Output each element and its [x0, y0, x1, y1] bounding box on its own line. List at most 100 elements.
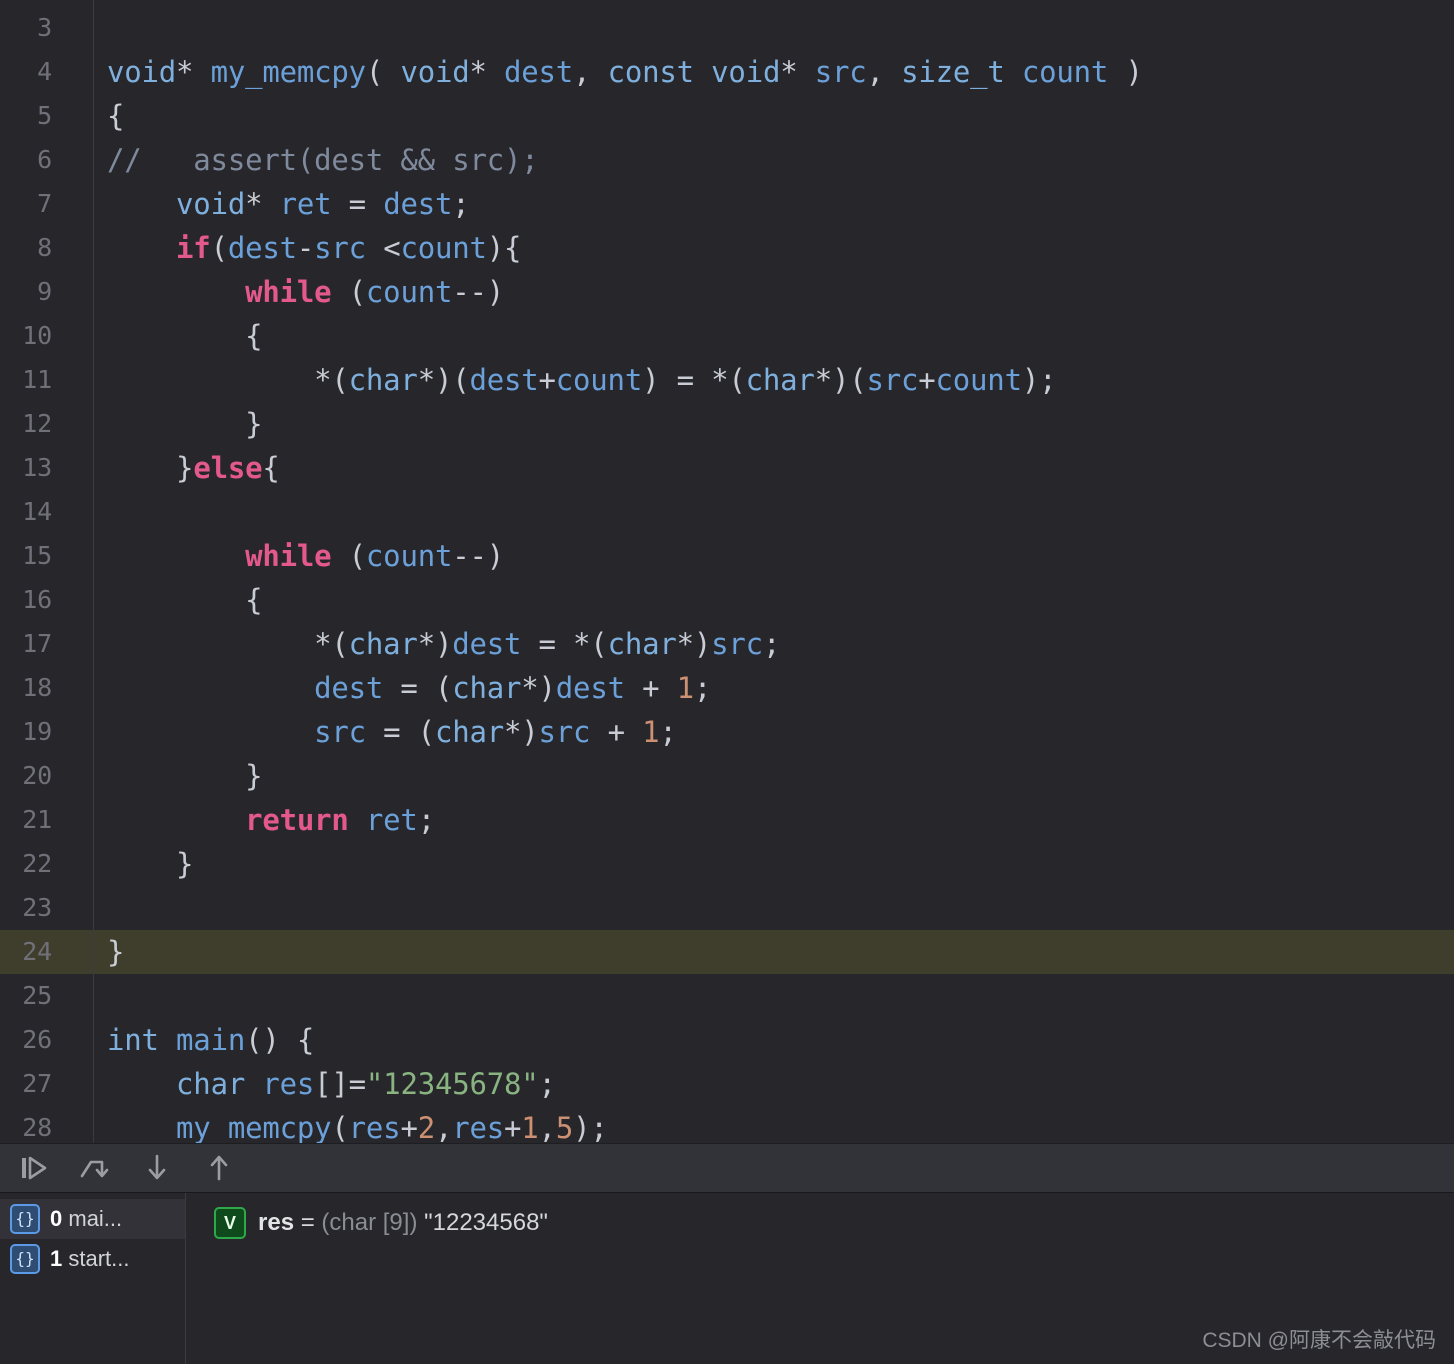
frames-list[interactable]: {} 0 mai... {} 1 start... [0, 1193, 186, 1364]
code-line[interactable]: 23 [0, 886, 1454, 930]
line-text: src = (char*)src + 1; [107, 710, 677, 754]
code-token: src [538, 715, 591, 749]
variable-row[interactable]: Vres = (char [9]) "12234568" [214, 1205, 1454, 1241]
line-number: 16 [22, 585, 52, 614]
code-token: + [400, 1111, 418, 1143]
code-token: + [590, 715, 643, 749]
code-token: else [193, 451, 263, 485]
code-lines-container[interactable]: #include <string.h>34void* my_memcpy( vo… [0, 0, 1454, 1143]
code-token: , [538, 1111, 556, 1143]
line-number: 24 [22, 937, 52, 966]
code-line[interactable]: 11 *(char*)(dest+count) = *(char*)(src+c… [0, 358, 1454, 402]
code-token: while [245, 539, 332, 573]
code-line[interactable]: 9 while (count--) [0, 270, 1454, 314]
code-line[interactable]: 15 while (count--) [0, 534, 1454, 578]
code-token: const [607, 55, 712, 89]
code-token: count [365, 275, 453, 309]
line-number: 7 [37, 189, 52, 218]
code-token: *( [107, 363, 349, 397]
code-token: res [452, 1111, 505, 1143]
code-line[interactable]: 12 } [0, 402, 1454, 446]
frame-item[interactable]: {} 1 start... [0, 1239, 185, 1279]
code-line[interactable]: 20 } [0, 754, 1454, 798]
code-line[interactable]: 13 }else{ [0, 446, 1454, 490]
line-number: 8 [37, 233, 52, 262]
line-text: char res[]="12345678"; [107, 1062, 556, 1106]
code-token: char [452, 671, 522, 705]
code-line[interactable]: 25 [0, 974, 1454, 1018]
code-line[interactable]: 16 { [0, 578, 1454, 622]
code-line[interactable]: 18 dest = (char*)dest + 1; [0, 666, 1454, 710]
code-line[interactable]: 10 { [0, 314, 1454, 358]
code-token: * [780, 55, 815, 89]
code-token: void [176, 187, 246, 221]
code-token: ret [279, 187, 332, 221]
code-line[interactable]: 26 int main() { [0, 1018, 1454, 1062]
code-line[interactable]: 19 src = (char*)src + 1; [0, 710, 1454, 754]
code-line[interactable]: 22 } [0, 842, 1454, 886]
line-text: } [107, 754, 262, 798]
code-token: - [296, 231, 315, 265]
code-token: src [866, 363, 919, 397]
code-token: res [262, 1067, 315, 1101]
code-line[interactable]: 8 if(dest-src <count){ [0, 226, 1454, 270]
code-token: count [365, 539, 453, 573]
code-line[interactable]: 6 // assert(dest && src); [0, 138, 1454, 182]
code-line[interactable]: 3 [0, 6, 1454, 50]
line-text: return ret; [107, 798, 435, 842]
code-line[interactable]: 7 void* ret = dest; [0, 182, 1454, 226]
frame-label: 1 start... [50, 1246, 130, 1271]
code-token: return [245, 803, 349, 837]
variable-equals: = [300, 1209, 315, 1236]
line-text: *(char*)(dest+count) = *(char*)(src+coun… [107, 358, 1056, 402]
code-line[interactable]: 17 *(char*)dest = *(char*)src; [0, 622, 1454, 666]
braces-icon: {} [10, 1204, 40, 1234]
code-token: char [607, 627, 677, 661]
line-text: // assert(dest && src); [107, 138, 539, 182]
code-line[interactable]: 21 return ret; [0, 798, 1454, 842]
code-token: ( [331, 539, 366, 573]
code-token: int [107, 1023, 177, 1057]
code-token: = *( [521, 627, 608, 661]
code-line[interactable]: 5{ [0, 94, 1454, 138]
code-token: dest [504, 55, 574, 89]
line-number: 3 [37, 13, 52, 42]
code-token: * [245, 187, 280, 221]
line-number: 20 [22, 761, 52, 790]
code-token: ); [1021, 363, 1057, 397]
code-line[interactable]: 24} [0, 930, 1454, 974]
step-into-icon[interactable] [134, 1148, 180, 1188]
code-token: 1 [521, 1111, 539, 1143]
line-text: } [107, 402, 262, 446]
code-editor[interactable]: #include <string.h>34void* my_memcpy( vo… [0, 0, 1454, 1143]
code-token: = ( [383, 671, 453, 705]
step-over-icon[interactable] [72, 1148, 118, 1188]
code-line[interactable]: 27 char res[]="12345678"; [0, 1062, 1454, 1106]
resume-program-icon[interactable] [10, 1148, 56, 1188]
code-line[interactable]: 4 void* my_memcpy( void* dest, const void… [0, 50, 1454, 94]
line-number: 6 [37, 145, 52, 174]
step-out-icon[interactable] [196, 1148, 242, 1188]
code-token: } [107, 935, 125, 969]
code-token: dest [314, 671, 384, 705]
line-text: while (count--) [107, 270, 504, 314]
code-line[interactable]: 28 my_memcpy(res+2,res+1,5); [0, 1106, 1454, 1143]
code-token: #include [107, 0, 262, 1]
code-token: + [918, 363, 936, 397]
frame-item[interactable]: {} 0 mai... [0, 1199, 185, 1239]
code-token: *)( [814, 363, 867, 397]
line-number: 27 [22, 1069, 52, 1098]
code-token: dest [227, 231, 297, 265]
code-token: 2 [417, 1111, 435, 1143]
code-token: ; [693, 671, 712, 705]
line-text: while (count--) [107, 534, 504, 578]
code-line[interactable]: 14 [0, 490, 1454, 534]
code-token: { [107, 319, 263, 353]
code-token: src [711, 627, 763, 661]
line-text: void* my_memcpy( void* dest, const void*… [107, 50, 1143, 94]
code-token: main [176, 1023, 246, 1057]
